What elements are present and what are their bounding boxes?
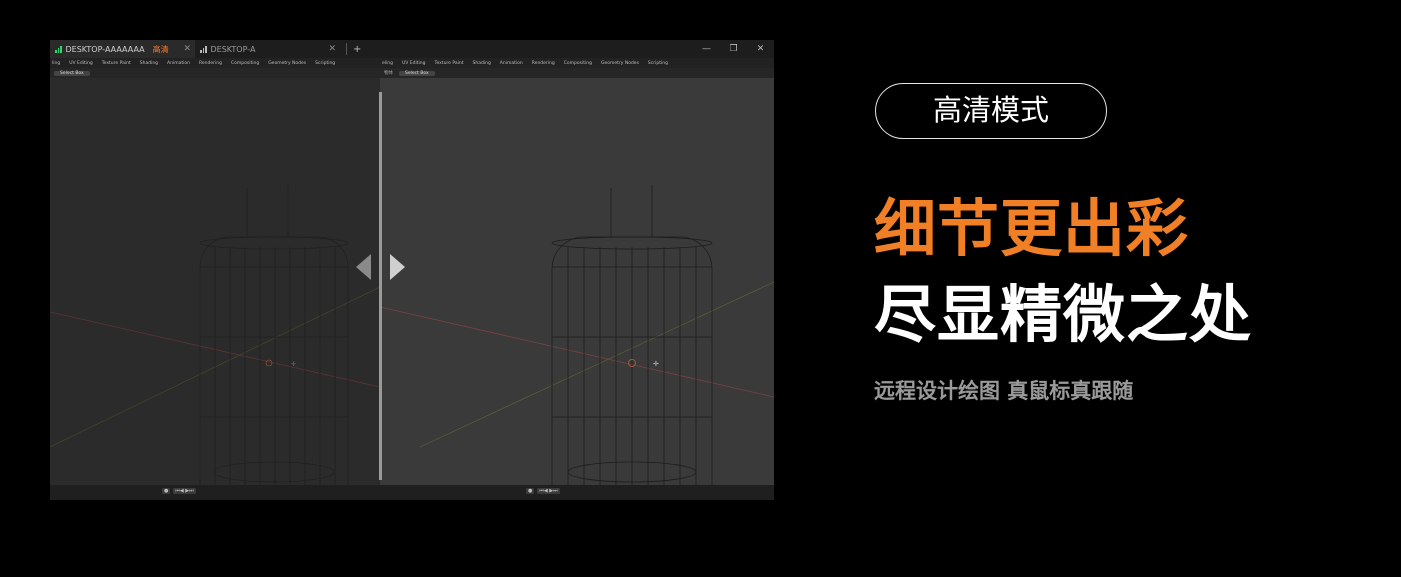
restore-button[interactable]: ❐	[720, 40, 747, 58]
arrow-right-icon[interactable]	[390, 254, 405, 280]
3d-viewport[interactable]: ✛	[50, 87, 380, 485]
tab-label: DESKTOP-A	[210, 44, 256, 54]
remote-desktop-window: DESKTOP-AAAAAAA 高清 ✕ DESKTOP-A ✕ + — ❐ ✕…	[50, 40, 774, 500]
workspace-tab[interactable]: Shading	[473, 61, 491, 66]
mode-label-pill: 高清模式	[875, 83, 1107, 139]
3d-cursor-icon: ✛	[653, 360, 659, 368]
3d-cursor-origin	[265, 359, 273, 367]
window-controls: — ❐ ✕	[693, 40, 774, 58]
add-tab-button[interactable]: +	[353, 44, 361, 55]
close-tab-icon[interactable]: ✕	[328, 44, 336, 54]
headline-secondary: 尽显精微之处	[874, 278, 1253, 351]
workspace-tab[interactable]: Animation	[500, 61, 523, 66]
signal-icon	[200, 45, 207, 53]
workspace-tabs: ling UV Editing Texture Paint Shading An…	[50, 58, 380, 68]
3d-cursor-icon: ✛	[291, 361, 296, 368]
viewport-toolbar: 物体 Select Box	[380, 68, 774, 78]
workspace-tab[interactable]: Rendering	[199, 61, 222, 66]
select-box-dropdown[interactable]: Select Box	[54, 70, 90, 76]
workspace-tab[interactable]: ling	[52, 61, 60, 66]
mode-dropdown[interactable]: 物体	[384, 70, 393, 76]
3d-viewport[interactable]: ✛	[380, 87, 774, 485]
close-window-button[interactable]: ✕	[747, 40, 774, 58]
tab-label: DESKTOP-AAAAAAA	[65, 44, 145, 54]
workspace-tab[interactable]: Compositing	[564, 61, 592, 66]
wireframe-model	[551, 185, 713, 485]
workspace-tab[interactable]: Compositing	[231, 61, 259, 66]
viewport-header	[380, 78, 774, 87]
workspace-tab[interactable]: Geometry Nodes	[268, 61, 306, 66]
close-tab-icon[interactable]: ✕	[183, 44, 191, 54]
workspace-tab[interactable]: UV Editing	[402, 61, 425, 66]
workspace-tabs: eling UV Editing Texture Paint Shading A…	[380, 58, 774, 68]
timeline: ● ⏮◀ ▶⏭	[380, 485, 774, 500]
workspace-tab[interactable]: Scripting	[315, 61, 335, 66]
playback-controls[interactable]: ● ⏮◀ ▶⏭	[526, 488, 560, 494]
arrow-left-icon[interactable]	[356, 254, 371, 280]
blender-view-hd: eling UV Editing Texture Paint Shading A…	[380, 58, 774, 500]
blender-view-standard: ling UV Editing Texture Paint Shading An…	[50, 58, 380, 500]
signal-icon	[55, 45, 62, 53]
workspace-tab[interactable]: Texture Paint	[434, 61, 463, 66]
workspace-tab[interactable]: Rendering	[532, 61, 555, 66]
viewport-header	[50, 78, 380, 87]
tab-desktop-a[interactable]: DESKTOP-A ✕	[195, 40, 340, 58]
compare-slider-handle[interactable]	[379, 92, 382, 480]
select-box-dropdown[interactable]: Select Box	[399, 70, 435, 76]
hd-badge: 高清	[152, 44, 169, 54]
viewport-toolbar: Select Box	[50, 68, 380, 78]
tab-desktop-hd[interactable]: DESKTOP-AAAAAAA 高清 ✕	[50, 40, 195, 58]
workspace-tab[interactable]: Shading	[140, 61, 158, 66]
timeline: ● ⏮◀ ▶⏭	[50, 485, 380, 500]
workspace-tab[interactable]: eling	[382, 61, 393, 66]
axis-lines	[380, 281, 774, 448]
window-titlebar: DESKTOP-AAAAAAA 高清 ✕ DESKTOP-A ✕ + — ❐ ✕	[50, 40, 774, 58]
workspace-tab[interactable]: Texture Paint	[102, 61, 131, 66]
workspace-tab[interactable]: Scripting	[648, 61, 668, 66]
playback-controls[interactable]: ● ⏮◀ ▶⏭	[162, 488, 196, 494]
workspace-tab[interactable]: Geometry Nodes	[601, 61, 639, 66]
workspace-tab[interactable]: UV Editing	[69, 61, 92, 66]
wireframe-model	[199, 185, 349, 485]
promo-subtitle: 远程设计绘图 真鼠标真跟随	[874, 379, 1134, 403]
promo-banner: DESKTOP-AAAAAAA 高清 ✕ DESKTOP-A ✕ + — ❐ ✕…	[0, 0, 1401, 577]
headline-primary: 细节更出彩	[874, 192, 1190, 265]
tab-divider	[346, 43, 347, 55]
minimize-button[interactable]: —	[693, 40, 720, 58]
workspace-tab[interactable]: Animation	[167, 61, 190, 66]
